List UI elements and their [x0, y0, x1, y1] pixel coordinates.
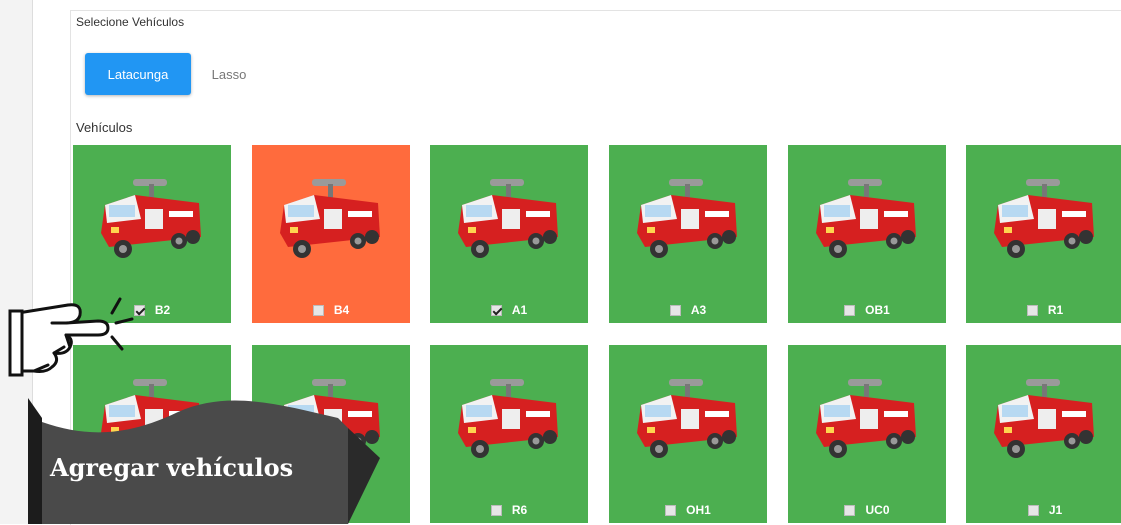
vehicle-card[interactable]: OB1 — [788, 145, 946, 323]
vehicle-checkbox[interactable] — [490, 504, 502, 516]
fire-truck-icon — [101, 179, 201, 258]
vehicle-card-footer: A1 — [430, 303, 588, 317]
pointing-hand-icon — [8, 297, 134, 377]
section-title: Selecione Vehículos — [76, 15, 185, 29]
vehicle-card-footer: B4 — [252, 303, 410, 317]
vehicle-checkbox[interactable] — [669, 304, 681, 316]
vehicle-label: B4 — [333, 303, 350, 317]
tab-latacunga[interactable]: Latacunga — [85, 53, 191, 95]
fire-truck-icon — [280, 179, 380, 258]
vehicle-card[interactable]: R1 — [966, 145, 1121, 323]
vehicle-checkbox[interactable] — [1027, 504, 1039, 516]
vehicle-label: R6 — [511, 503, 528, 517]
fire-truck-icon — [458, 179, 558, 258]
fire-truck-icon — [994, 179, 1094, 258]
fire-truck-icon — [637, 379, 737, 458]
vehicle-card-footer: R6 — [430, 503, 588, 517]
vehicle-card[interactable]: UC0 — [788, 345, 946, 523]
vehicle-card[interactable]: A1 — [430, 145, 588, 323]
vehicle-checkbox[interactable] — [490, 304, 502, 316]
vehicle-card[interactable]: A3 — [609, 145, 767, 323]
vehicle-card-footer: R1 — [966, 303, 1121, 317]
fire-truck-icon — [816, 379, 916, 458]
vehicle-card-footer: A3 — [609, 303, 767, 317]
fire-truck-icon — [458, 379, 558, 458]
vehicle-label: A3 — [690, 303, 707, 317]
vehicle-checkbox[interactable] — [1026, 304, 1038, 316]
vehicle-card-footer: OH1 — [609, 503, 767, 517]
vehicle-card[interactable]: OH1 — [609, 345, 767, 523]
vehicle-label: UC0 — [865, 503, 890, 517]
vehicle-card[interactable]: R6 — [430, 345, 588, 523]
vehicle-checkbox[interactable] — [844, 304, 856, 316]
vehicle-label: OB1 — [865, 303, 890, 317]
vehicle-label: J1 — [1048, 503, 1063, 517]
vehicle-checkbox[interactable] — [844, 504, 856, 516]
fire-truck-icon — [637, 179, 737, 258]
fire-truck-icon — [994, 379, 1094, 458]
fire-truck-icon — [816, 179, 916, 258]
vehicle-label: OH1 — [686, 503, 711, 517]
vehicle-card-footer: J1 — [966, 503, 1121, 517]
vehicle-label: B2 — [154, 303, 171, 317]
vehicles-label: Vehículos — [76, 120, 133, 135]
banner-title: Agregar vehículos — [50, 453, 294, 482]
vehicle-label: A1 — [511, 303, 528, 317]
tab-lasso[interactable]: Lasso — [199, 53, 259, 95]
vehicle-card-footer: UC0 — [788, 503, 946, 517]
vehicle-label: R1 — [1047, 303, 1064, 317]
vehicle-card[interactable]: B4 — [252, 145, 410, 323]
vehicle-checkbox[interactable] — [665, 504, 677, 516]
vehicle-card-footer: OB1 — [788, 303, 946, 317]
vehicle-card[interactable]: J1 — [966, 345, 1121, 523]
vehicle-checkbox[interactable] — [312, 304, 324, 316]
